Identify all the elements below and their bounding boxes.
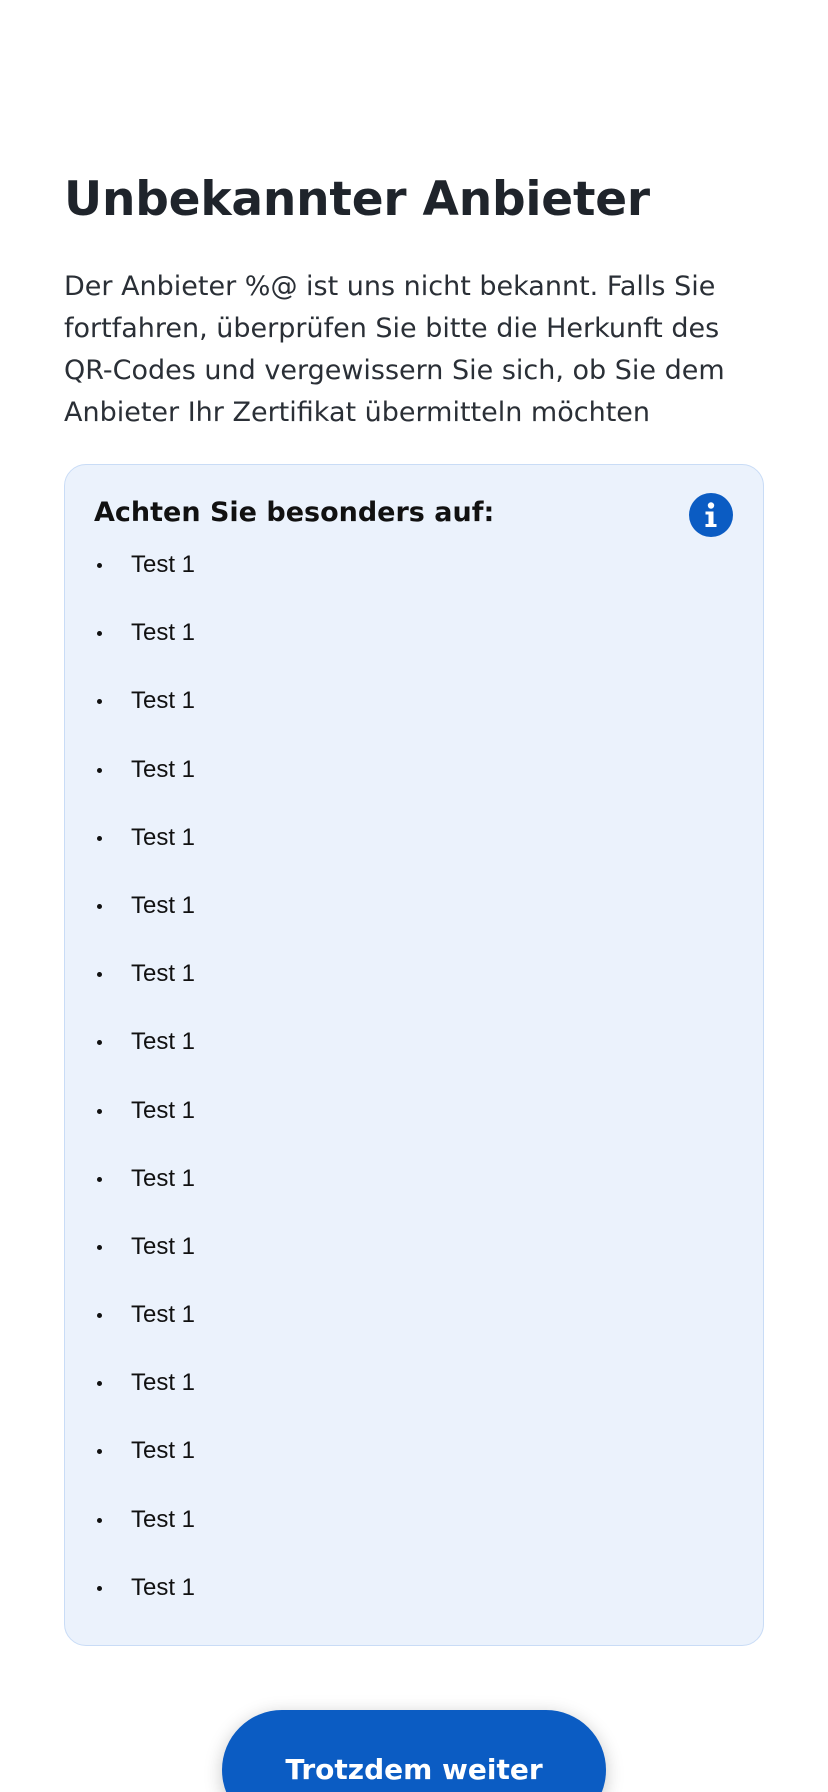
list-item: Test 1 xyxy=(65,615,763,683)
list-item-label: Test 1 xyxy=(131,823,196,851)
list-item-label: Test 1 xyxy=(131,1301,196,1329)
list-item: Test 1 xyxy=(65,956,763,1024)
page-title: Unbekannter Anbieter xyxy=(64,172,650,227)
bullet-icon xyxy=(97,1244,102,1250)
bullet-icon xyxy=(97,1381,102,1387)
list-item-label: Test 1 xyxy=(131,891,196,919)
list-item-label: Test 1 xyxy=(131,1096,196,1124)
list-item-label: Test 1 xyxy=(131,619,196,647)
unknown-provider-screen: Unbekannter Anbieter Der Anbieter %@ ist… xyxy=(0,0,828,1792)
bullet-icon xyxy=(97,835,102,841)
list-item-label: Test 1 xyxy=(131,1437,196,1465)
list-item: Test 1 xyxy=(65,1229,763,1297)
info-box-heading: Achten Sie besonders auf: xyxy=(94,497,495,528)
info-icon xyxy=(689,493,733,537)
list-item-label: Test 1 xyxy=(131,551,196,578)
bullet-icon xyxy=(97,903,102,909)
list-item: Test 1 xyxy=(65,547,763,615)
list-item-label: Test 1 xyxy=(131,1573,196,1601)
bullet-icon xyxy=(97,1517,102,1523)
bullet-icon xyxy=(97,1449,102,1455)
bullet-icon xyxy=(97,1040,102,1046)
list-item: Test 1 xyxy=(65,1161,763,1229)
bullet-icon xyxy=(97,1176,102,1182)
bullet-icon xyxy=(97,699,102,705)
list-item: Test 1 xyxy=(65,1365,763,1433)
list-item: Test 1 xyxy=(65,1024,763,1092)
list-item: Test 1 xyxy=(65,1093,763,1161)
list-item-label: Test 1 xyxy=(131,1505,196,1533)
continue-anyway-button[interactable]: Trotzdem weiter xyxy=(222,1710,606,1792)
list-item-label: Test 1 xyxy=(131,1369,196,1397)
bullet-icon xyxy=(97,1108,102,1114)
list-item-label: Test 1 xyxy=(131,960,196,988)
list-item: Test 1 xyxy=(65,1433,763,1501)
list-item: Test 1 xyxy=(65,1570,763,1638)
bullet-icon xyxy=(97,1313,102,1319)
list-item: Test 1 xyxy=(65,1297,763,1365)
bullet-icon xyxy=(97,631,102,637)
list-item-label: Test 1 xyxy=(131,1164,196,1192)
list-item-label: Test 1 xyxy=(131,1232,196,1260)
list-item: Test 1 xyxy=(65,820,763,888)
list-item-label: Test 1 xyxy=(131,755,196,783)
list-item-label: Test 1 xyxy=(131,1028,196,1056)
info-box: Achten Sie besonders auf: Test 1 Test 1 … xyxy=(64,464,764,1646)
checklist: Test 1 Test 1 Test 1 Test 1 Test 1 Test … xyxy=(65,547,763,1638)
list-item-label: Test 1 xyxy=(131,687,196,715)
list-item: Test 1 xyxy=(65,683,763,751)
bullet-icon xyxy=(97,1585,102,1591)
bullet-icon xyxy=(97,972,102,978)
bullet-icon xyxy=(97,767,102,773)
list-item: Test 1 xyxy=(65,888,763,956)
bullet-icon xyxy=(97,563,102,568)
list-item: Test 1 xyxy=(65,752,763,820)
list-item: Test 1 xyxy=(65,1502,763,1570)
page-description: Der Anbieter %@ ist uns nicht bekannt. F… xyxy=(64,271,725,428)
